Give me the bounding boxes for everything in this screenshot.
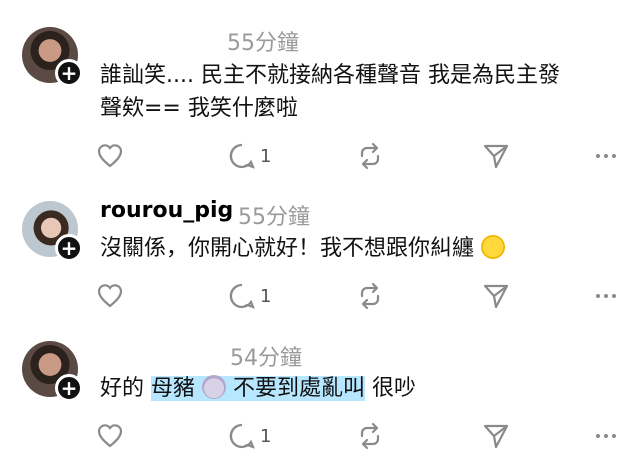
comment-text: 誰訕笑.... 民主不就接納各種聲音 我是為民主發 聲欸== 我笑什麼啦	[100, 59, 560, 125]
action-bar: 1	[96, 282, 621, 310]
comment-timestamp: 55分鐘	[227, 31, 299, 56]
highlighted-phrase: 不要到處亂叫	[233, 376, 366, 401]
share-icon	[483, 144, 509, 169]
share-icon	[483, 284, 509, 309]
comment-username[interactable]: rourou_pig	[100, 198, 233, 223]
like-button[interactable]	[96, 422, 124, 450]
comment-icon	[229, 423, 255, 449]
comment-text-post: 很吵	[365, 376, 417, 401]
share-icon	[483, 424, 509, 449]
comment-timestamp: 54分鐘	[230, 346, 302, 371]
repost-icon	[360, 422, 380, 450]
like-button[interactable]	[96, 282, 124, 310]
share-button[interactable]	[482, 142, 510, 170]
action-bar: 1	[96, 422, 621, 450]
more-button[interactable]	[592, 142, 620, 170]
comment-button[interactable]: 1	[228, 422, 271, 450]
highlighted-text: 母豬 不要到處亂叫	[151, 375, 366, 401]
follow-plus-icon[interactable]: +	[55, 59, 83, 87]
comment-button[interactable]: 1	[228, 282, 271, 310]
heart-icon	[97, 144, 123, 168]
more-button[interactable]	[592, 422, 620, 450]
like-button[interactable]	[96, 142, 124, 170]
reply-count: 1	[260, 285, 272, 307]
comment-icon	[229, 283, 255, 309]
comment-icon	[229, 143, 255, 169]
action-bar: 1	[96, 142, 621, 170]
comment-1: + 55分鐘 誰訕笑.... 民主不就接納各種聲音 我是為民主發 聲欸== 我笑…	[0, 0, 641, 170]
more-icon	[596, 294, 616, 298]
comment-timestamp: 55分鐘	[238, 205, 310, 230]
repost-button[interactable]	[356, 142, 384, 170]
repost-icon	[360, 282, 380, 310]
share-button[interactable]	[482, 282, 510, 310]
highlighted-word: 母豬	[151, 376, 196, 401]
more-icon	[596, 434, 616, 438]
comment-text-body: 沒關係，你開心就好！我不想跟你糾纏	[100, 236, 475, 261]
heart-icon	[97, 284, 123, 308]
comment-text-line: 聲欸== 我笑什麼啦	[100, 96, 298, 121]
comment-text-line: 誰訕笑.... 民主不就接納各種聲音 我是為民主發	[100, 63, 560, 88]
more-button[interactable]	[592, 282, 620, 310]
share-button[interactable]	[482, 422, 510, 450]
comment-button[interactable]: 1	[228, 142, 271, 170]
reply-count: 1	[260, 145, 272, 167]
comment-text-pre: 好的	[100, 376, 151, 401]
repost-icon	[360, 142, 380, 170]
blush-emoji	[481, 235, 506, 259]
comment-text: 好的 母豬 不要到處亂叫 很吵	[100, 372, 416, 405]
heart-icon	[97, 424, 123, 448]
follow-plus-icon[interactable]: +	[55, 374, 83, 402]
pig-emoji	[202, 375, 227, 399]
more-icon	[596, 154, 616, 158]
repost-button[interactable]	[356, 422, 384, 450]
comment-text: 沒關係，你開心就好！我不想跟你糾纏	[100, 232, 506, 265]
repost-button[interactable]	[356, 282, 384, 310]
reply-count: 1	[260, 425, 272, 447]
follow-plus-icon[interactable]: +	[55, 234, 83, 262]
